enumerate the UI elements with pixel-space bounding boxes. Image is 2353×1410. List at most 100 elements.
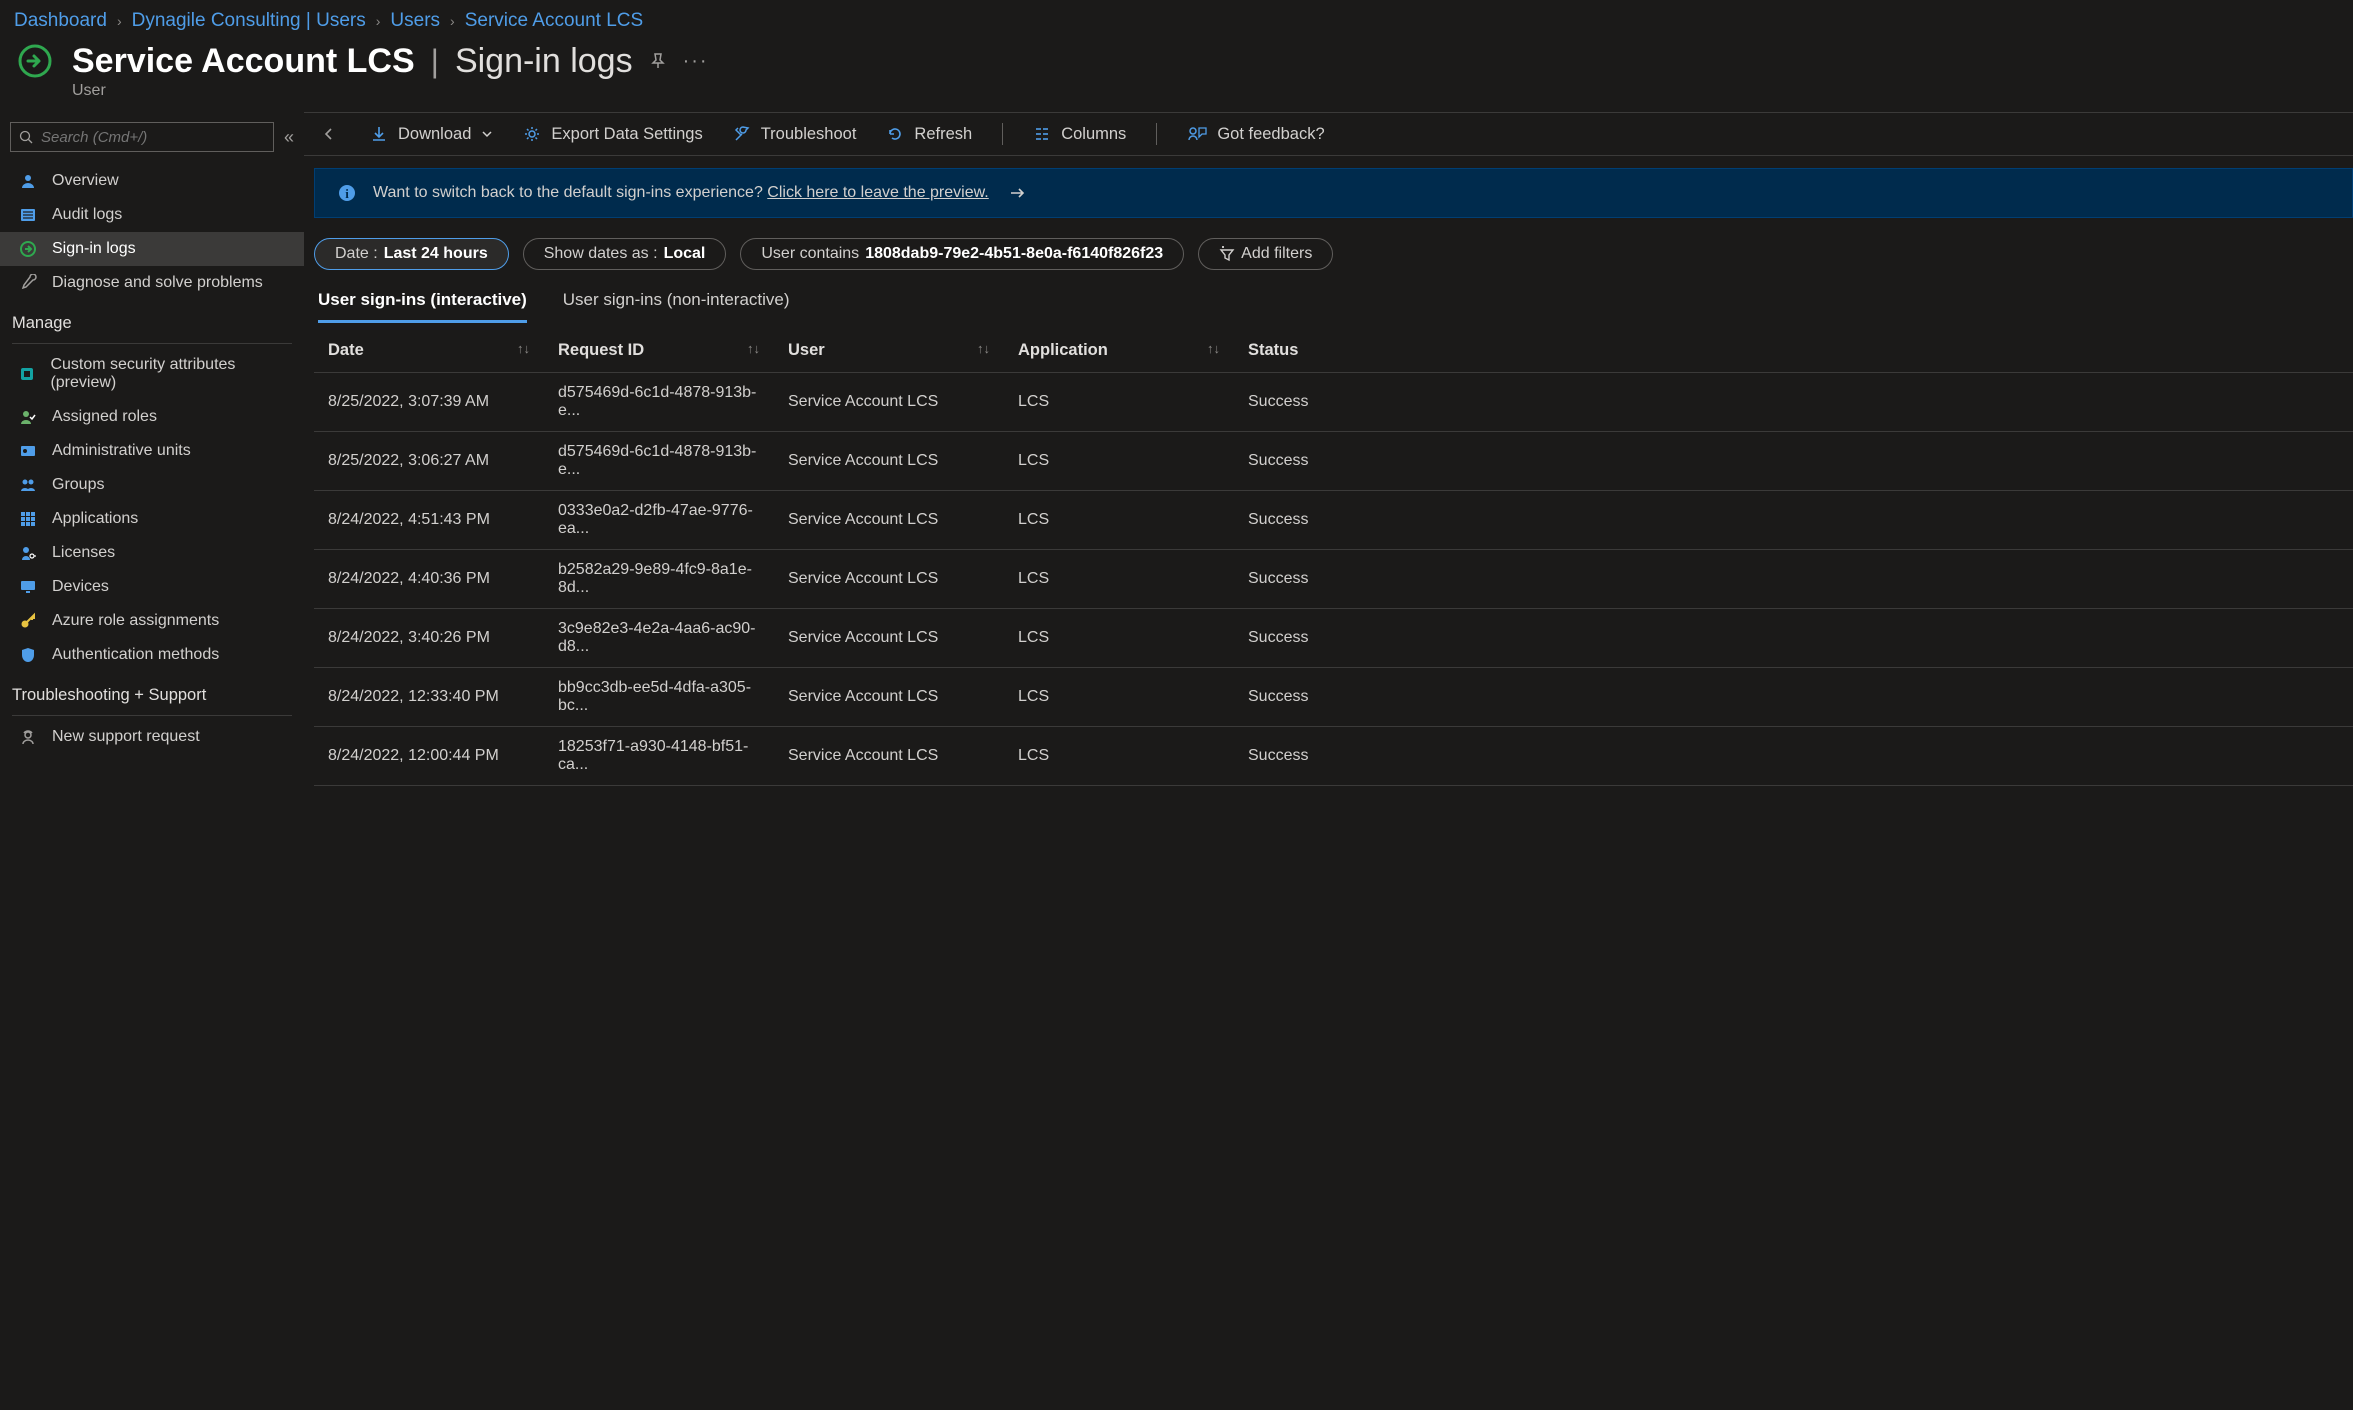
add-filters-label: Add filters — [1241, 245, 1312, 263]
cell-request: 18253f71-a930-4148-bf51-ca... — [544, 727, 774, 786]
collapse-sidebar-icon[interactable]: « — [284, 127, 294, 148]
key-icon — [18, 612, 38, 630]
cell-user: Service Account LCS — [774, 609, 1004, 668]
main-content: Download Export Data Settings Troublesho… — [304, 112, 2353, 1410]
pin-icon[interactable] — [649, 52, 667, 70]
table-row[interactable]: 8/24/2022, 4:40:36 PM b2582a29-9e89-4fc9… — [314, 550, 2353, 609]
sidebar-item-label: New support request — [52, 728, 200, 746]
sidebar-item-diagnose-and-solve-problems[interactable]: Diagnose and solve problems — [0, 266, 304, 300]
monitor-icon — [18, 578, 38, 596]
sidebar-item-label: Diagnose and solve problems — [52, 274, 263, 292]
badge-icon — [18, 442, 38, 460]
sidebar-item-label: Assigned roles — [52, 408, 157, 426]
cell-application: LCS — [1004, 373, 1234, 432]
cell-date: 8/25/2022, 3:06:27 AM — [314, 432, 544, 491]
refresh-label: Refresh — [914, 125, 972, 144]
col-application[interactable]: Application↑↓ — [1004, 329, 1234, 373]
cell-date: 8/24/2022, 12:33:40 PM — [314, 668, 544, 727]
leave-preview-link[interactable]: Click here to leave the preview. — [767, 184, 988, 201]
col-user[interactable]: User↑↓ — [774, 329, 1004, 373]
chevron-left-icon[interactable] — [322, 127, 336, 141]
sidebar-item-label: Groups — [52, 476, 104, 494]
cell-application: LCS — [1004, 609, 1234, 668]
cell-date: 8/24/2022, 12:00:44 PM — [314, 727, 544, 786]
chevron-right-icon: › — [376, 13, 381, 29]
separator — [1156, 123, 1157, 145]
cell-request: d575469d-6c1d-4878-913b-e... — [544, 373, 774, 432]
sidebar-item-overview[interactable]: Overview — [0, 164, 304, 198]
cell-application: LCS — [1004, 491, 1234, 550]
table-row[interactable]: 8/24/2022, 12:00:44 PM 18253f71-a930-414… — [314, 727, 2353, 786]
cell-application: LCS — [1004, 668, 1234, 727]
table-row[interactable]: 8/24/2022, 4:51:43 PM 0333e0a2-d2fb-47ae… — [314, 491, 2353, 550]
tab-noninteractive[interactable]: User sign-ins (non-interactive) — [563, 290, 790, 323]
search-input[interactable] — [41, 129, 265, 146]
filter-date-pill[interactable]: Date : Last 24 hours — [314, 238, 509, 270]
toolbar: Download Export Data Settings Troublesho… — [304, 112, 2353, 156]
add-filters-button[interactable]: Add filters — [1198, 238, 1333, 270]
col-date[interactable]: Date↑↓ — [314, 329, 544, 373]
page-title: Service Account LCS — [72, 42, 415, 81]
sidebar-item-applications[interactable]: Applications — [0, 502, 304, 536]
filter-dates-as-pill[interactable]: Show dates as : Local — [523, 238, 727, 270]
troubleshoot-button[interactable]: Troubleshoot — [733, 125, 857, 144]
breadcrumb-tenant-users[interactable]: Dynagile Consulting | Users — [132, 10, 366, 32]
refresh-button[interactable]: Refresh — [886, 125, 972, 144]
cell-status: Success — [1234, 432, 2353, 491]
grid-icon — [18, 510, 38, 528]
sidebar-item-administrative-units[interactable]: Administrative units — [0, 434, 304, 468]
info-text: Want to switch back to the default sign-… — [373, 184, 989, 202]
sidebar-item-custom-security-attributes-preview[interactable]: Custom security attributes (preview) — [0, 348, 304, 400]
export-settings-button[interactable]: Export Data Settings — [523, 125, 702, 144]
resource-type-label: User — [0, 82, 2353, 112]
divider — [12, 343, 292, 344]
cell-application: LCS — [1004, 727, 1234, 786]
cell-user: Service Account LCS — [774, 491, 1004, 550]
sidebar-item-audit-logs[interactable]: Audit logs — [0, 198, 304, 232]
breadcrumb-dashboard[interactable]: Dashboard — [14, 10, 107, 32]
sidebar-item-groups[interactable]: Groups — [0, 468, 304, 502]
table-row[interactable]: 8/25/2022, 3:07:39 AM d575469d-6c1d-4878… — [314, 373, 2353, 432]
col-request[interactable]: Request ID↑↓ — [544, 329, 774, 373]
col-status[interactable]: Status — [1234, 329, 2353, 373]
chevron-right-icon: › — [117, 13, 122, 29]
sidebar-item-devices[interactable]: Devices — [0, 570, 304, 604]
sidebar-item-authentication-methods[interactable]: Authentication methods — [0, 638, 304, 672]
sidebar-item-licenses[interactable]: Licenses — [0, 536, 304, 570]
sort-icon: ↑↓ — [977, 341, 990, 356]
users-icon — [18, 476, 38, 494]
list-icon — [18, 206, 38, 224]
sidebar-item-new-support-request[interactable]: New support request — [0, 720, 304, 754]
sidebar-item-label: Applications — [52, 510, 138, 528]
more-icon[interactable]: ··· — [683, 50, 709, 73]
breadcrumb-users[interactable]: Users — [390, 10, 440, 32]
columns-label: Columns — [1061, 125, 1126, 144]
sidebar-item-label: Overview — [52, 172, 119, 190]
refresh-icon — [886, 125, 904, 143]
download-button[interactable]: Download — [370, 125, 493, 144]
preview-info-bar: i Want to switch back to the default sig… — [314, 168, 2353, 218]
filter-date-value: Last 24 hours — [384, 245, 488, 263]
download-label: Download — [398, 125, 471, 144]
feedback-button[interactable]: Got feedback? — [1187, 125, 1324, 144]
search-icon — [19, 130, 33, 144]
sidebar-item-sign-in-logs[interactable]: Sign-in logs — [0, 232, 304, 266]
arrow-right-icon[interactable] — [1009, 186, 1027, 200]
sidebar-item-assigned-roles[interactable]: Assigned roles — [0, 400, 304, 434]
cell-request: d575469d-6c1d-4878-913b-e... — [544, 432, 774, 491]
tab-interactive[interactable]: User sign-ins (interactive) — [318, 290, 527, 323]
table-row[interactable]: 8/24/2022, 3:40:26 PM 3c9e82e3-4e2a-4aa6… — [314, 609, 2353, 668]
filter-user-pill[interactable]: User contains 1808dab9-79e2-4b51-8e0a-f6… — [740, 238, 1184, 270]
columns-button[interactable]: Columns — [1033, 125, 1126, 144]
sidebar-item-label: Administrative units — [52, 442, 191, 460]
arrow-circle-icon — [18, 240, 38, 258]
table-row[interactable]: 8/25/2022, 3:06:27 AM d575469d-6c1d-4878… — [314, 432, 2353, 491]
sidebar-search[interactable] — [10, 122, 274, 152]
filter-dates-as-value: Local — [664, 245, 706, 263]
filter-row: Date : Last 24 hours Show dates as : Loc… — [314, 218, 2353, 280]
breadcrumb-current[interactable]: Service Account LCS — [465, 10, 643, 32]
table-row[interactable]: 8/24/2022, 12:33:40 PM bb9cc3db-ee5d-4df… — [314, 668, 2353, 727]
svg-text:i: i — [345, 186, 349, 201]
sidebar-item-azure-role-assignments[interactable]: Azure role assignments — [0, 604, 304, 638]
filter-dates-as-prefix: Show dates as : — [544, 245, 658, 263]
